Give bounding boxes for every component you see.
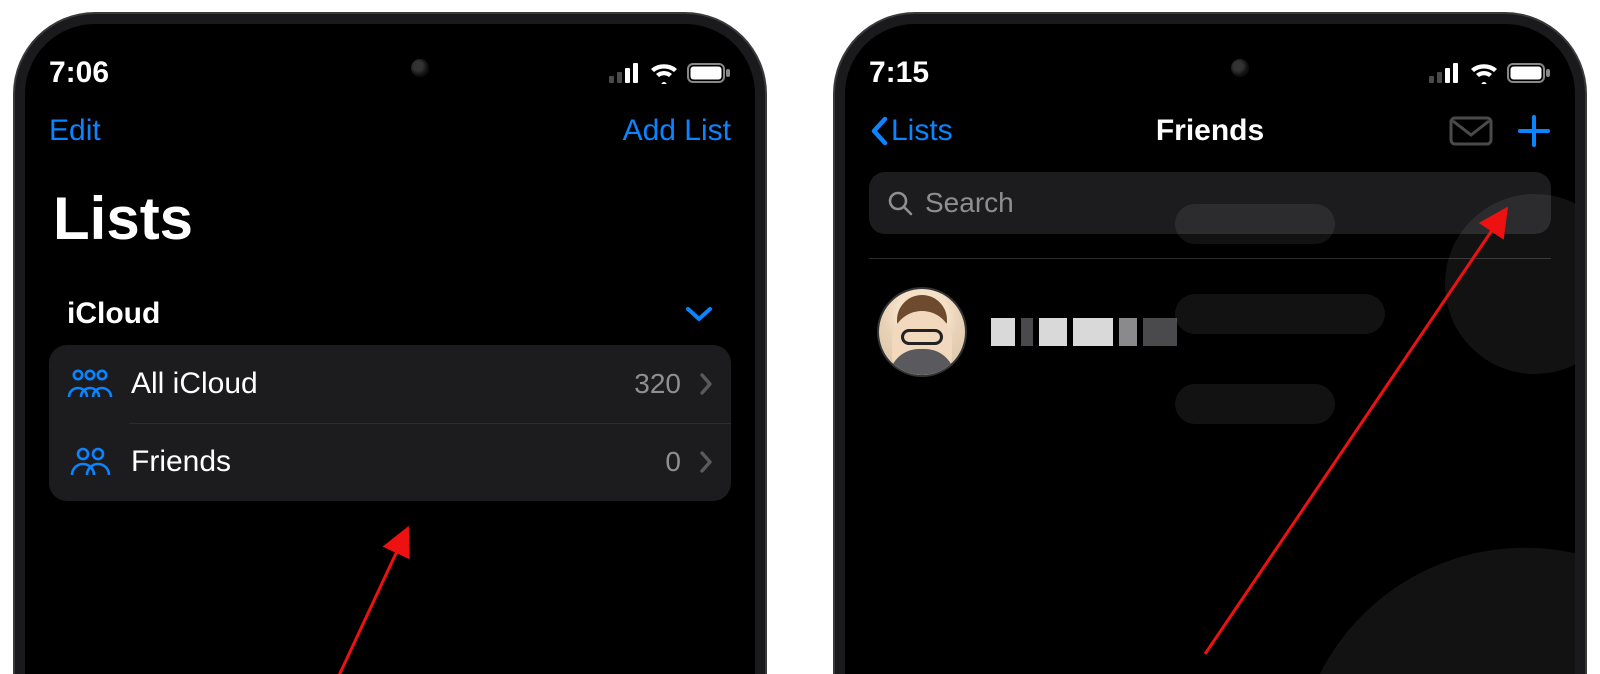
list-row-friends[interactable]: Friends 0: [49, 423, 731, 501]
battery-icon: [687, 62, 731, 84]
search-placeholder: Search: [925, 187, 1014, 219]
search-icon: [887, 190, 913, 216]
page-title: Lists: [53, 184, 731, 253]
add-list-button[interactable]: Add List: [623, 114, 731, 148]
phone-left: 7:06 Edit Add List Lists iCloud: [15, 14, 765, 674]
dynamic-island: [1100, 42, 1320, 94]
chevron-left-icon: [869, 115, 889, 147]
chevron-down-icon: [685, 305, 713, 323]
section-label: iCloud: [67, 297, 160, 331]
search-input[interactable]: Search: [869, 172, 1551, 234]
nav-bar: Edit Add List: [49, 96, 731, 166]
section-header-icloud[interactable]: iCloud: [49, 283, 731, 345]
back-button[interactable]: Lists: [869, 114, 953, 148]
nav-bar: Lists Friends: [869, 96, 1551, 166]
phone-right: 7:15 Lists Friends: [835, 14, 1585, 674]
annotation-arrow: [295, 494, 435, 674]
cellular-icon: [1429, 63, 1461, 83]
list-row-label: All iCloud: [131, 367, 616, 401]
camera-dot: [1231, 59, 1249, 77]
back-label: Lists: [891, 114, 953, 148]
mail-icon[interactable]: [1449, 115, 1493, 147]
wifi-icon: [1469, 62, 1499, 84]
add-contact-button[interactable]: [1517, 114, 1551, 148]
status-time: 7:15: [869, 56, 929, 90]
lists-card: All iCloud 320 Friends 0: [49, 345, 731, 501]
edit-button[interactable]: Edit: [49, 114, 101, 148]
avatar: [877, 287, 967, 377]
contact-row[interactable]: [869, 259, 1551, 405]
background-watermark: [1175, 164, 1585, 674]
list-row-label: Friends: [131, 445, 647, 479]
contact-name-redacted: [991, 318, 1177, 346]
cellular-icon: [609, 63, 641, 83]
wifi-icon: [649, 62, 679, 84]
status-time: 7:06: [49, 56, 109, 90]
chevron-right-icon: [699, 372, 713, 396]
chevron-right-icon: [699, 450, 713, 474]
dynamic-island: [280, 42, 500, 94]
list-row-all-icloud[interactable]: All iCloud 320: [49, 345, 731, 423]
list-row-count: 0: [665, 446, 681, 478]
list-row-count: 320: [634, 368, 681, 400]
people3-icon: [67, 367, 113, 401]
people2-icon: [67, 445, 113, 479]
battery-icon: [1507, 62, 1551, 84]
camera-dot: [411, 59, 429, 77]
